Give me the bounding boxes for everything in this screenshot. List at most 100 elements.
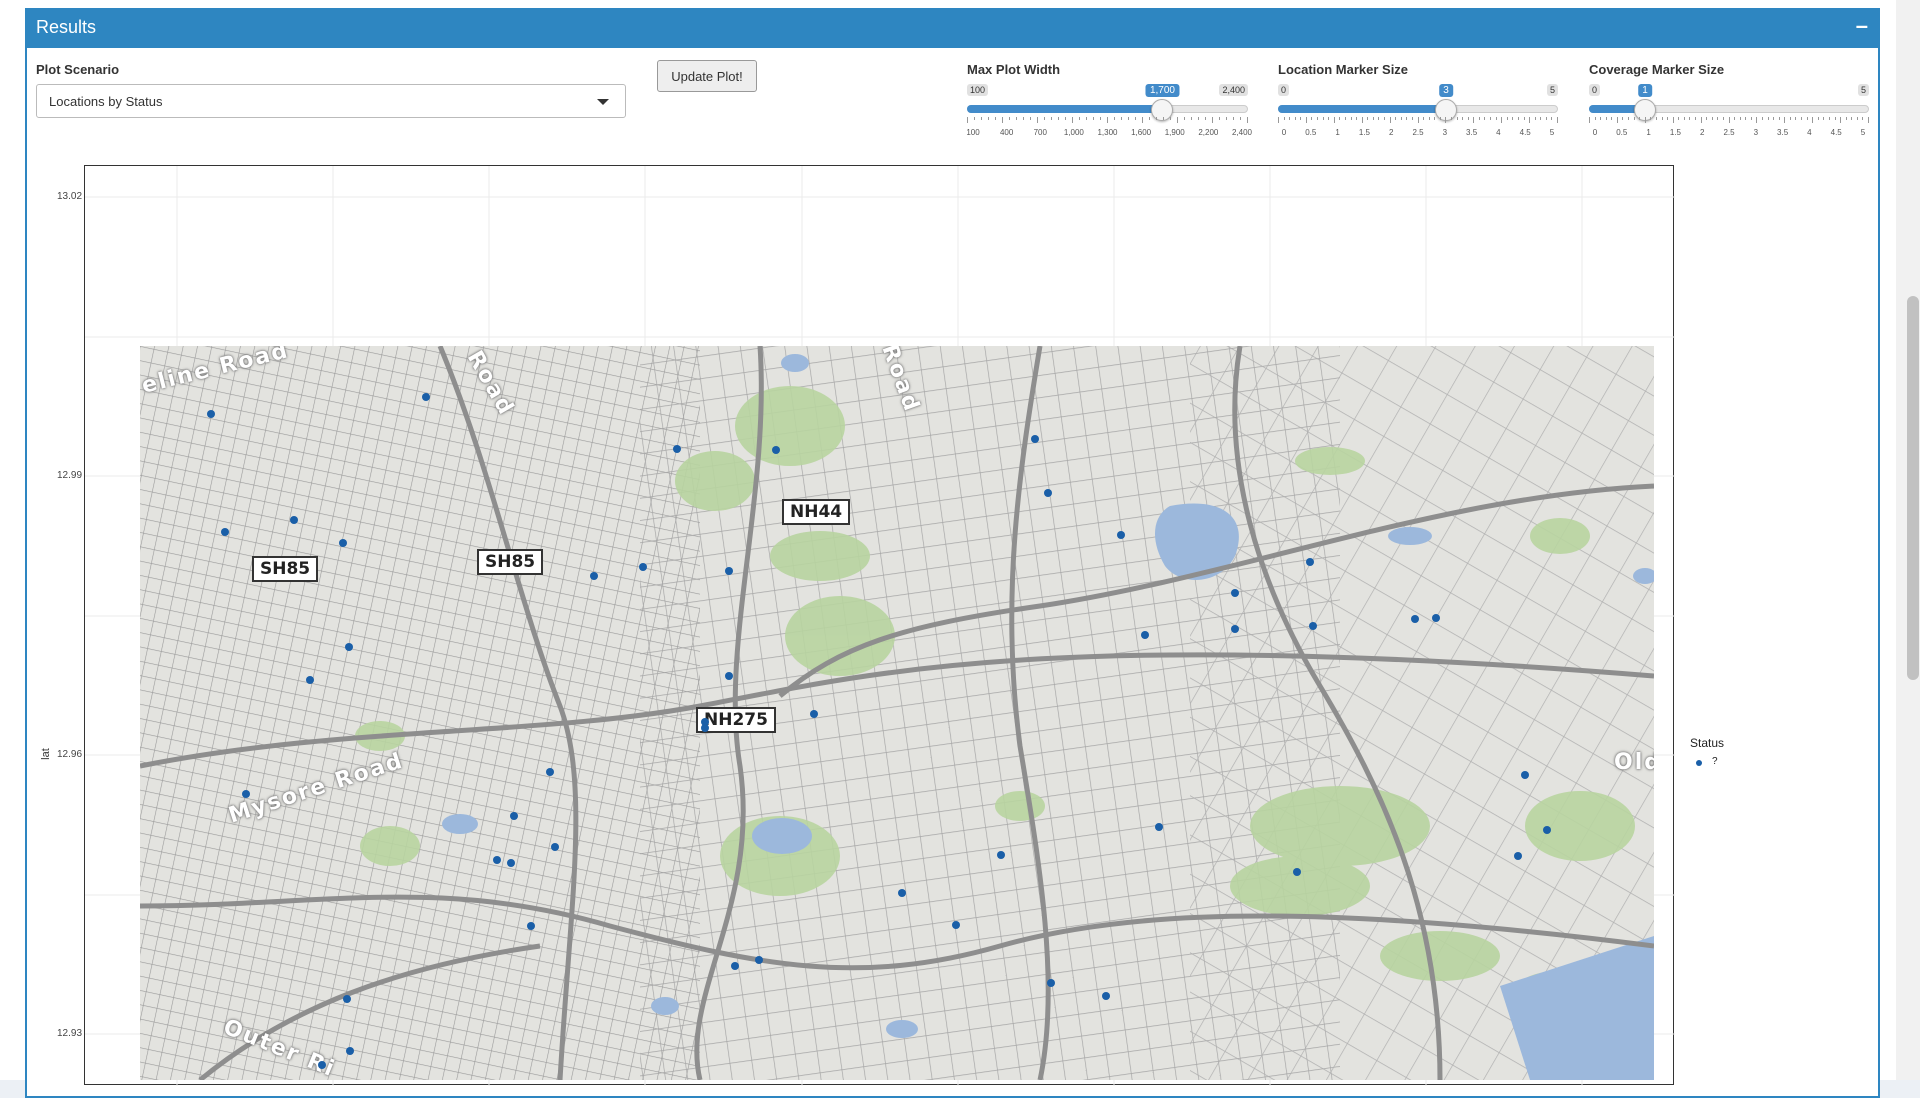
slider-tick-label: 100 — [966, 128, 980, 137]
slider-tick — [1517, 117, 1519, 120]
location-marker[interactable] — [897, 888, 906, 897]
slider-tick — [1378, 117, 1380, 120]
y-axis-label: lat — [39, 748, 52, 760]
minus-icon[interactable]: – — [1856, 13, 1868, 39]
slider-tick — [1856, 117, 1858, 120]
slider-min-label: 100 — [967, 84, 989, 96]
slider-tick — [1389, 117, 1391, 123]
slider-tick — [1344, 117, 1346, 120]
slider-tick — [1030, 117, 1031, 120]
scenario-select[interactable]: Locations by Status — [36, 84, 626, 118]
slider-tick-label: 2,200 — [1198, 128, 1219, 137]
location-marker[interactable] — [509, 811, 518, 820]
location-marker[interactable] — [1101, 991, 1110, 1000]
slider-tick — [1812, 117, 1814, 123]
slider-tick-label: 5 — [1549, 128, 1555, 137]
slider-tick — [988, 117, 989, 120]
slider-tick — [1037, 117, 1038, 123]
slider-tick — [1600, 117, 1602, 120]
location-marker[interactable] — [338, 538, 347, 547]
slider-tick — [1065, 117, 1066, 120]
location-marker-size-slider[interactable]: 0 5 3 0 0.5 1 1.5 2 2.5 3 3.5 4 4.5 5 — [1278, 84, 1558, 144]
coverage-marker-size-slider[interactable]: 0 5 1 0 0.5 1 1.5 2 2.5 3 3.5 4 4.5 5 — [1589, 84, 1869, 144]
slider-tick — [1356, 117, 1358, 120]
slider-tick — [1205, 117, 1206, 120]
location-marker[interactable] — [1410, 615, 1419, 624]
location-marker[interactable] — [317, 1061, 326, 1070]
slider-tick — [1644, 117, 1646, 123]
slider-tick — [1395, 117, 1397, 120]
slider-tick — [1512, 117, 1514, 120]
slider-tick — [1722, 117, 1724, 120]
slider-tick — [1289, 117, 1291, 120]
slider-fill — [967, 105, 1163, 113]
slider-tick — [1142, 117, 1143, 123]
slider-tick — [1845, 117, 1847, 120]
location-marker[interactable] — [1154, 822, 1163, 831]
slider-tick — [1667, 117, 1669, 120]
location-marker[interactable] — [526, 921, 535, 930]
slider-tick — [1044, 117, 1045, 120]
basemap-streets — [140, 346, 1654, 1080]
slider-tick-label: 1,000 — [1063, 128, 1084, 137]
location-marker[interactable] — [590, 571, 599, 580]
slider-tick — [1428, 117, 1430, 120]
slider-tick — [1545, 117, 1547, 120]
max-plot-width-slider[interactable]: 100 2,400 1,700 100 400 700 1,000 1,300 1,600 1,9… — [966, 84, 1252, 144]
slider-tick-label: 4 — [1807, 128, 1812, 137]
slider-tick — [1778, 117, 1780, 120]
max-plot-width-label: Max Plot Width — [967, 62, 1061, 77]
slider-tick — [1156, 117, 1157, 120]
slider-tick — [1501, 117, 1503, 123]
slider-ticks — [1589, 117, 1869, 125]
slider-tick — [1072, 117, 1073, 123]
slider-tick — [1633, 117, 1635, 120]
slider-tick — [1058, 117, 1059, 120]
slider-tick — [1761, 117, 1763, 120]
location-marker[interactable] — [1230, 624, 1239, 633]
location-marker[interactable] — [1230, 588, 1239, 597]
slider-tick — [1473, 117, 1475, 123]
slider-tick — [1121, 117, 1122, 120]
slider-min-label: 0 — [1278, 84, 1290, 96]
location-marker[interactable] — [700, 723, 709, 732]
slider-tick — [1540, 117, 1542, 120]
slider-tick — [1002, 117, 1003, 123]
slider-tick — [1828, 117, 1830, 120]
slider-tick — [995, 117, 996, 120]
update-plot-button[interactable]: Update Plot! — [657, 60, 757, 92]
location-marker[interactable] — [241, 789, 250, 798]
location-marker[interactable] — [638, 562, 647, 571]
scrollbar-thumb[interactable] — [1907, 296, 1919, 680]
location-marker[interactable] — [1292, 868, 1301, 877]
slider-tick — [1333, 117, 1335, 123]
slider-tick-label: 4.5 — [1519, 128, 1531, 137]
slider-tick — [1728, 117, 1730, 123]
map-road-name: Old — [1614, 750, 1654, 775]
slider-tick — [1177, 117, 1178, 123]
slider-tick — [1478, 117, 1480, 120]
slider-tick — [1529, 117, 1531, 123]
location-marker[interactable] — [1431, 613, 1440, 622]
location-marker[interactable] — [305, 675, 314, 684]
slider-tick — [1278, 117, 1279, 123]
location-marker[interactable] — [1542, 826, 1551, 835]
location-marker[interactable] — [1030, 435, 1039, 444]
slider-tick-label: 0.5 — [1616, 128, 1628, 137]
location-marker[interactable] — [1513, 852, 1522, 861]
slider-value-label: 1 — [1638, 84, 1652, 97]
slider-tick — [1490, 117, 1492, 120]
slider-tick — [1100, 117, 1101, 120]
slider-tick — [1226, 117, 1227, 120]
slider-tick-label: 5 — [1860, 128, 1866, 137]
slider-tick-label: 3.5 — [1777, 128, 1789, 137]
slider-tick — [1322, 117, 1324, 120]
slider-tick — [1611, 117, 1613, 120]
slider-tick — [1411, 117, 1413, 120]
location-marker[interactable] — [546, 767, 555, 776]
slider-tick — [1717, 117, 1719, 120]
slider-min-label: 0 — [1589, 84, 1601, 96]
slider-tick-label: 1 — [1646, 128, 1651, 137]
slider-tick — [1557, 117, 1558, 123]
location-marker[interactable] — [344, 642, 353, 651]
